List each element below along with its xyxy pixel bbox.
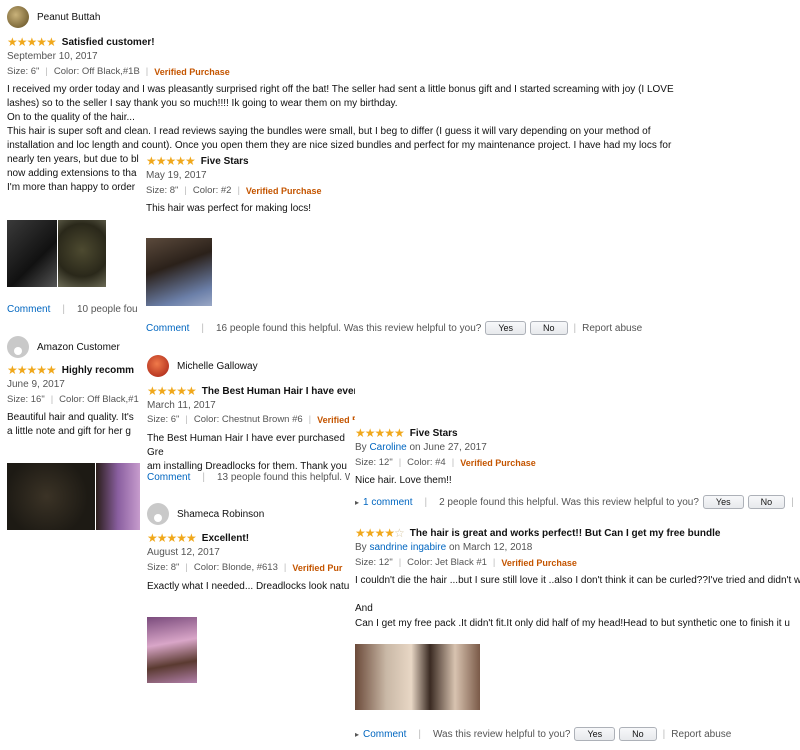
avatar [147,503,169,525]
size-label: Size: 8" [146,185,179,196]
size-label: Size: 8" [147,562,180,573]
helpful-no-button[interactable]: No [530,321,568,335]
verified-purchase-badge: Verified Pur [292,562,343,573]
size-label: Size: 6" [147,414,180,425]
review-date: March 11, 2017 [147,400,216,411]
rating-stars[interactable]: ★★★★★ [355,426,405,440]
avatar [147,355,169,377]
review-author[interactable]: sandrine ingabire [369,542,446,553]
helpful-yes-button[interactable]: Yes [485,321,527,335]
rating-stars[interactable]: ★★★★★ [147,384,197,398]
review-photo[interactable] [7,220,57,287]
comment-link[interactable]: 1 comment [363,497,412,508]
review-title[interactable]: Excellent! [202,533,249,544]
rating-stars[interactable]: ★★★★★ [7,363,57,377]
color-label: Color: Off Black,#1B [53,66,140,77]
verified-purchase-badge: Verified Purchase [460,457,536,468]
review-text-line: lashes) so to the seller I say thank you… [7,98,398,109]
avatar [7,6,29,28]
comment-link[interactable]: Comment [363,729,406,740]
color-label: Color: Off Black,#1 [59,394,139,405]
helpful-no-button[interactable]: No [747,495,786,509]
review-date: on June 27, 2017 [409,442,487,453]
review-text: Nice hair. Love them!! [355,475,452,486]
verified-purchase-badge: Verified Purchase [501,557,577,568]
report-abuse-link[interactable]: Report abuse [582,323,642,334]
verified-purchase-badge: Verified Purchase [154,66,230,77]
review-text-line: This hair is super soft and clean. I rea… [7,126,651,137]
expand-arrow-icon[interactable]: ▸ [355,498,359,507]
review-date: May 19, 2017 [146,170,207,181]
review-photo[interactable] [7,463,95,530]
review-card-caroline: ★★★★★ Five Stars By Caroline on June 27,… [350,420,800,516]
review-card-five-stars-may: ★★★★★ Five Stars May 19, 2017 Size: 8" | … [140,150,800,342]
review-photo[interactable] [96,463,140,530]
helpful-question: 16 people found this helpful. Was this r… [215,322,482,334]
review-date: August 12, 2017 [147,547,220,558]
review-text-line: I couldn't die the hair ...but I sure st… [355,575,800,586]
helpful-count: 10 people fou [76,304,138,315]
rating-stars[interactable]: ★★★★★ [146,154,196,168]
review-title[interactable]: Satisfied customer! [62,37,155,48]
expand-arrow-icon[interactable]: ▸ [355,730,359,739]
color-label: Color: Blonde, #613 [193,562,278,573]
color-label: Color: Chestnut Brown #6 [193,414,303,425]
empty-star-icon: ☆ [394,526,405,540]
rating-stars[interactable]: ★★★★★ [147,531,197,545]
comment-link[interactable]: Comment [7,304,50,315]
review-date: on March 12, 2018 [448,542,533,553]
helpful-question: Was this review helpful to you? [432,728,571,740]
helpful-yes-button[interactable]: Yes [702,495,744,509]
helpful-question: 2 people found this helpful. Was this re… [439,496,699,508]
by-label: By [355,442,367,453]
size-label: Size: 16" [7,394,45,405]
rating-stars[interactable]: ★★★★★ [7,35,57,49]
by-label: By [355,542,367,553]
review-text-line: On to the quality of the hair... [7,112,135,123]
review-text-line: I received my order today and I was plea… [7,84,674,95]
size-label: Size: 12" [355,457,393,468]
comment-link[interactable]: Comment [147,472,190,483]
review-photo[interactable] [58,220,106,287]
verified-purchase-badge: Verified Purchase [245,185,322,196]
review-card-shameca-robinson: Shameca Robinson ★★★★★ Excellent! August… [140,500,355,700]
review-photo[interactable] [355,644,480,710]
review-title[interactable]: The hair is great and works perfect!! Bu… [410,528,721,539]
review-author[interactable]: Amazon Customer [37,342,120,353]
review-text: Exactly what I needed... Dreadlocks look… [147,581,353,592]
helpful-yes-button[interactable]: Yes [574,727,616,741]
rating-stars[interactable]: ★★★★☆ [355,526,405,540]
review-title[interactable]: The Best Human Hair I have ever purchase… [202,386,355,397]
review-text-line: The Best Human Hair I have ever purchase… [147,433,345,458]
review-card-sandrine-ingabire: ★★★★☆ The hair is great and works perfec… [350,520,800,750]
review-text-line: Beautiful hair and quality. It's [7,412,134,423]
helpful-count: 13 people found this helpful. W [216,472,355,483]
review-title[interactable]: Five Stars [410,428,458,439]
review-text-line: And [355,603,373,614]
review-card-amazon-customer: Amazon Customer ★★★★★ Highly recomm June… [0,333,140,533]
avatar [7,336,29,358]
review-text-line: a little note and gift for her g [7,426,131,437]
review-title[interactable]: Highly recomm [62,365,134,376]
color-label: Color: #4 [407,457,446,468]
size-label: Size: 6" [7,66,40,77]
color-label: Color: #2 [192,185,232,196]
color-label: Color: Jet Black #1 [407,557,487,568]
review-card-michelle-galloway: Michelle Galloway ★★★★★ The Best Human H… [140,352,355,492]
review-text-line: Can I get my free pack .It didn't fit.It… [355,618,790,629]
review-author[interactable]: Michelle Galloway [177,361,258,372]
size-label: Size: 12" [355,557,393,568]
review-date: June 9, 2017 [7,379,65,390]
review-title[interactable]: Five Stars [201,156,249,167]
review-author[interactable]: Peanut Buttah [37,12,100,23]
helpful-no-button[interactable]: No [619,727,657,741]
report-abuse-link[interactable]: Report abuse [671,729,731,740]
review-author[interactable]: Caroline [369,442,406,453]
review-text: This hair was perfect for making locs! [146,203,312,214]
review-date: September 10, 2017 [7,51,98,62]
comment-link[interactable]: Comment [146,323,189,334]
review-photo[interactable] [147,617,197,683]
review-author[interactable]: Shameca Robinson [177,509,264,520]
review-photo[interactable] [146,238,212,306]
